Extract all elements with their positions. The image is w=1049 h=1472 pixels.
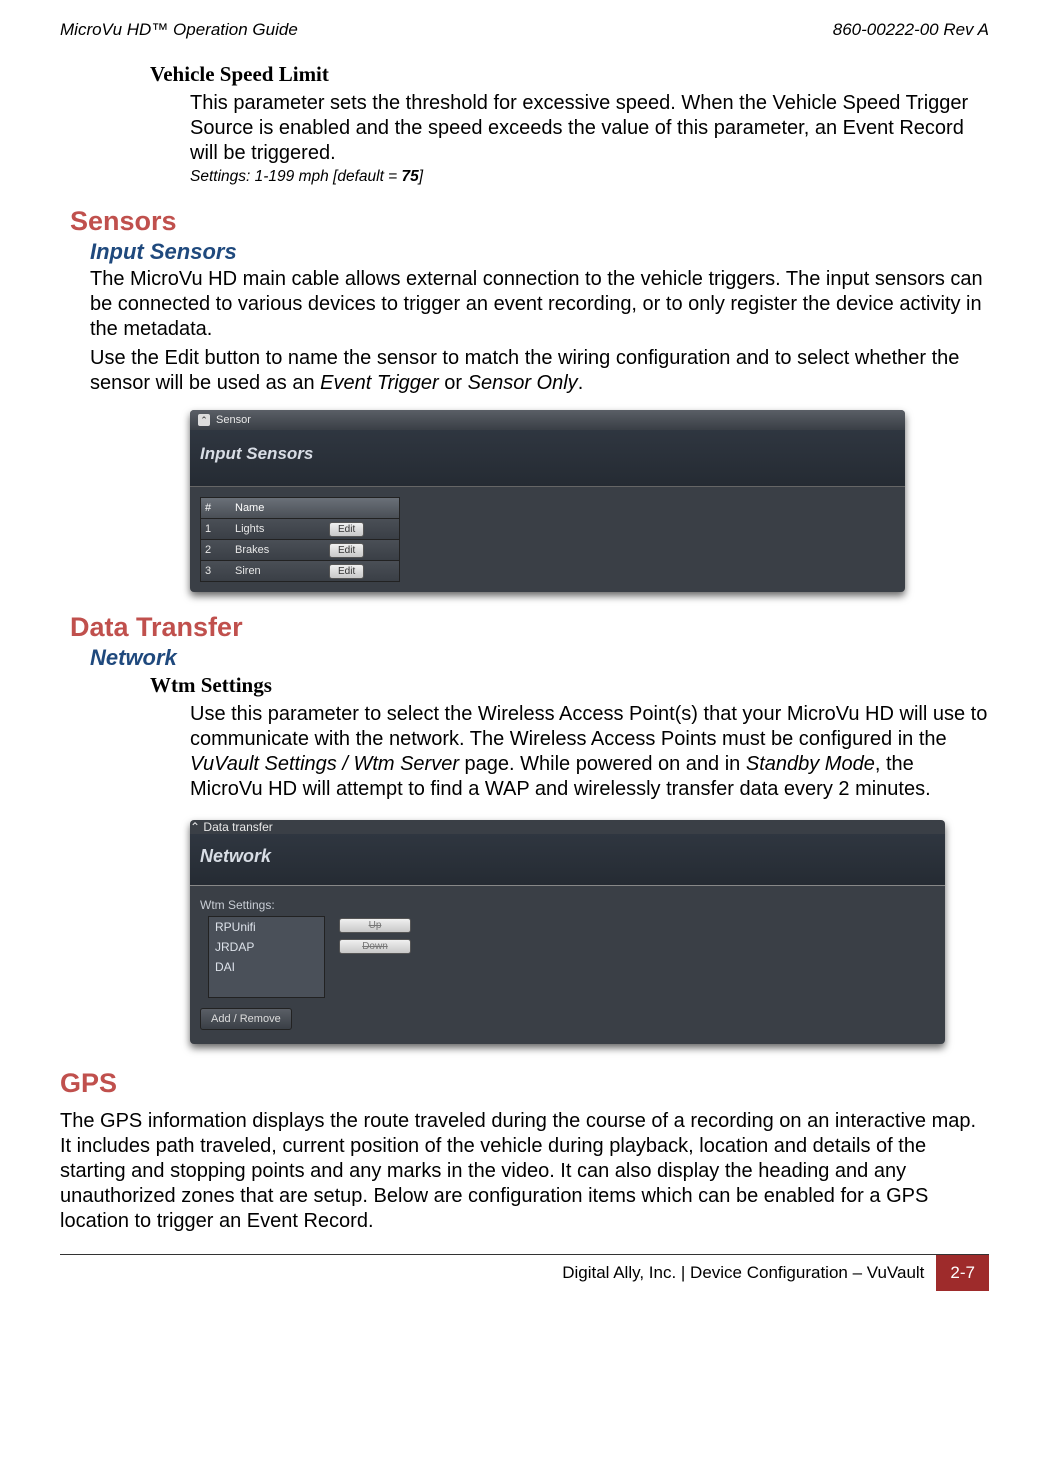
vsl-body: This parameter sets the threshold for ex… bbox=[190, 91, 989, 166]
vsl-settings: Settings: 1-199 mph [default = 75] bbox=[190, 168, 989, 186]
add-remove-button[interactable]: Add / Remove bbox=[200, 1008, 292, 1030]
list-item[interactable]: RPUnifi bbox=[209, 917, 324, 937]
heading-data-transfer: Data Transfer bbox=[70, 612, 989, 643]
collapse-icon[interactable]: ⌃ bbox=[198, 414, 210, 426]
sensors-p1: The MicroVu HD main cable allows externa… bbox=[90, 267, 989, 342]
collapse-icon[interactable]: ⌃ bbox=[190, 820, 200, 834]
dt-panel-bar[interactable]: ⌃ Data transfer bbox=[190, 820, 945, 834]
list-item[interactable]: DAI bbox=[209, 957, 324, 977]
vsl-settings-suffix: ] bbox=[419, 168, 423, 185]
dt-section-title: Network bbox=[190, 834, 945, 886]
heading-network: Network bbox=[90, 645, 989, 671]
wtm-p-i1: VuVault Settings / Wtm Server bbox=[190, 753, 459, 775]
col-name: Name bbox=[233, 498, 327, 518]
sensors-p2i1: Event Trigger bbox=[320, 372, 439, 394]
table-row: 2 Brakes Edit bbox=[200, 540, 400, 561]
row2-num: 2 bbox=[201, 540, 233, 560]
footer-page-number: 2-7 bbox=[936, 1255, 989, 1291]
down-button[interactable]: Down bbox=[339, 939, 411, 954]
edit-button[interactable]: Edit bbox=[329, 522, 364, 537]
sensor-panel-bar[interactable]: ⌃ Sensor bbox=[190, 410, 905, 430]
wtm-p-i2: Standby Mode bbox=[746, 753, 875, 775]
datatransfer-ui-panel: ⌃ Data transfer Network Wtm Settings: RP… bbox=[190, 820, 945, 1044]
row3-num: 3 bbox=[201, 561, 233, 581]
wtm-p-a: Use this parameter to select the Wireles… bbox=[190, 703, 987, 750]
sensor-section-title: Input Sensors bbox=[190, 430, 905, 487]
sensors-p2i2: Sensor Only bbox=[468, 372, 578, 394]
sensor-panel-bar-label: Sensor bbox=[216, 414, 251, 426]
heading-wtm-settings: Wtm Settings bbox=[150, 673, 989, 698]
table-row: 1 Lights Edit bbox=[200, 519, 400, 540]
heading-input-sensors: Input Sensors bbox=[90, 239, 989, 265]
edit-button[interactable]: Edit bbox=[329, 543, 364, 558]
vsl-settings-prefix: Settings: 1-199 mph [default = bbox=[190, 168, 402, 185]
heading-sensors: Sensors bbox=[70, 206, 989, 237]
row3-name: Siren bbox=[233, 561, 327, 581]
wtm-settings-label: Wtm Settings: bbox=[190, 886, 945, 916]
heading-gps: GPS bbox=[60, 1068, 989, 1099]
wtm-p-b: page. While powered on and in bbox=[459, 753, 746, 775]
sensor-table-header: # Name bbox=[200, 497, 400, 519]
row1-num: 1 bbox=[201, 519, 233, 539]
footer-text: Digital Ally, Inc. | Device Configuratio… bbox=[550, 1255, 936, 1291]
heading-vehicle-speed-limit: Vehicle Speed Limit bbox=[150, 62, 989, 87]
col-num: # bbox=[201, 498, 233, 518]
col-action bbox=[327, 498, 391, 518]
gps-body: The GPS information displays the route t… bbox=[60, 1109, 989, 1234]
sensor-ui-panel: ⌃ Sensor Input Sensors # Name 1 Lights E… bbox=[190, 410, 905, 592]
sensors-p2mid: or bbox=[439, 372, 468, 394]
page-footer: Digital Ally, Inc. | Device Configuratio… bbox=[60, 1254, 989, 1291]
row2-name: Brakes bbox=[233, 540, 327, 560]
up-button[interactable]: Up bbox=[339, 918, 411, 933]
edit-button[interactable]: Edit bbox=[329, 564, 364, 579]
table-row: 3 Siren Edit bbox=[200, 561, 400, 582]
sensor-table: # Name 1 Lights Edit 2 Brakes Edit 3 Sir… bbox=[200, 497, 400, 582]
doc-id-right: 860-00222-00 Rev A bbox=[833, 20, 989, 40]
dt-panel-bar-label: Data transfer bbox=[203, 820, 272, 834]
list-item[interactable]: JRDAP bbox=[209, 937, 324, 957]
sensors-p2: Use the Edit button to name the sensor t… bbox=[90, 346, 989, 396]
row1-name: Lights bbox=[233, 519, 327, 539]
doc-title-left: MicroVu HD™ Operation Guide bbox=[60, 20, 298, 40]
vsl-settings-default: 75 bbox=[402, 168, 419, 185]
sensors-p2end: . bbox=[578, 372, 584, 394]
wtm-body: Use this parameter to select the Wireles… bbox=[190, 702, 989, 802]
wtm-list[interactable]: RPUnifi JRDAP DAI bbox=[208, 916, 325, 998]
